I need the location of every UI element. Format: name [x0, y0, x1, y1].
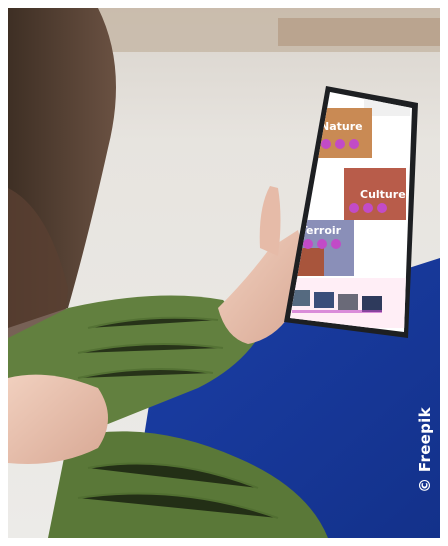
background-cabinet	[278, 18, 440, 46]
photo-scene: Nature Culture Terroir	[8, 8, 440, 538]
photo-credit: © Freepik	[412, 380, 438, 520]
photo: Nature Culture Terroir © Freepik	[8, 8, 440, 538]
freepik-credit-label: © Freepik	[416, 407, 434, 493]
screen-culture-label: Culture	[360, 188, 406, 201]
screen-nature-label: Nature	[320, 120, 363, 133]
